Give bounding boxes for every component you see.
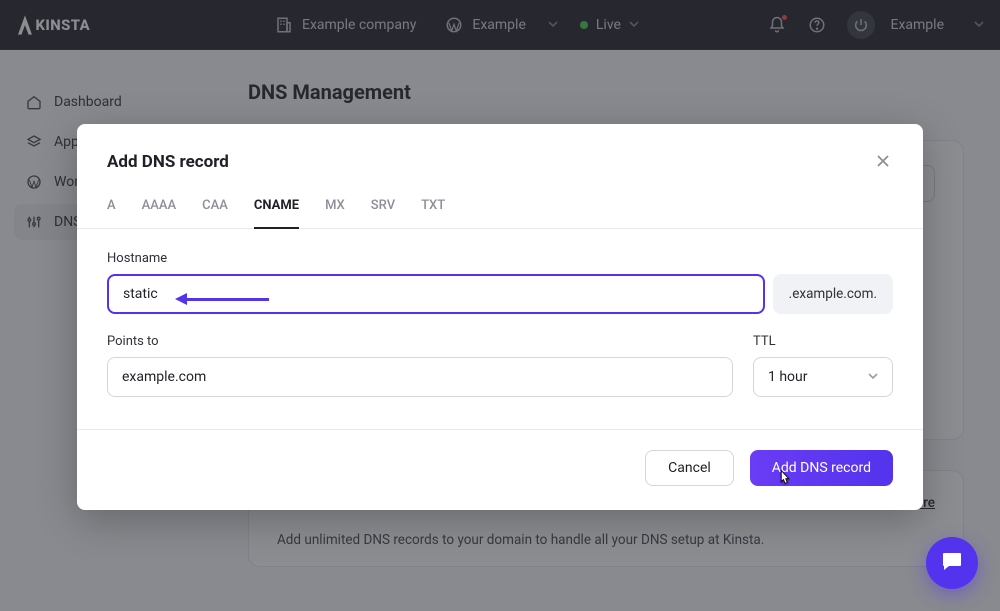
tab-txt[interactable]: TXT	[421, 198, 445, 228]
tab-label: AAAA	[142, 198, 176, 213]
cancel-label: Cancel	[668, 460, 711, 476]
hostname-label: Hostname	[107, 251, 893, 266]
points-to-input[interactable]	[107, 357, 733, 397]
hostname-input[interactable]	[107, 274, 765, 314]
tab-cname[interactable]: CNAME	[254, 198, 299, 229]
submit-button[interactable]: Add DNS record	[750, 450, 893, 486]
hostname-suffix: .example.com.	[773, 274, 893, 314]
close-icon	[876, 153, 890, 172]
add-dns-record-modal: Add DNS record A AAAA CAA CNAME MX SRV T…	[77, 124, 923, 510]
chevron-down-icon	[868, 369, 878, 385]
ttl-label: TTL	[753, 334, 893, 349]
tab-caa[interactable]: CAA	[202, 198, 228, 228]
close-button[interactable]	[873, 152, 893, 172]
tab-label: MX	[325, 198, 345, 213]
ttl-select[interactable]: 1 hour	[753, 357, 893, 397]
tab-a[interactable]: A	[107, 198, 116, 228]
chat-icon	[940, 549, 964, 577]
tab-mx[interactable]: MX	[325, 198, 345, 228]
cancel-button[interactable]: Cancel	[645, 450, 734, 486]
tab-label: CNAME	[254, 198, 299, 213]
modal-title: Add DNS record	[107, 152, 229, 172]
tab-label: A	[107, 198, 116, 213]
tab-label: TXT	[421, 198, 445, 213]
record-type-tabs: A AAAA CAA CNAME MX SRV TXT	[77, 172, 923, 229]
tab-srv[interactable]: SRV	[371, 198, 395, 228]
tab-aaaa[interactable]: AAAA	[142, 198, 176, 228]
points-to-label: Points to	[107, 334, 733, 349]
ttl-value: 1 hour	[768, 369, 808, 385]
tab-label: CAA	[202, 198, 228, 213]
submit-label: Add DNS record	[772, 460, 871, 476]
tab-label: SRV	[371, 198, 395, 213]
intercom-chat-button[interactable]	[926, 537, 978, 589]
hostname-suffix-text: .example.com.	[789, 286, 877, 302]
